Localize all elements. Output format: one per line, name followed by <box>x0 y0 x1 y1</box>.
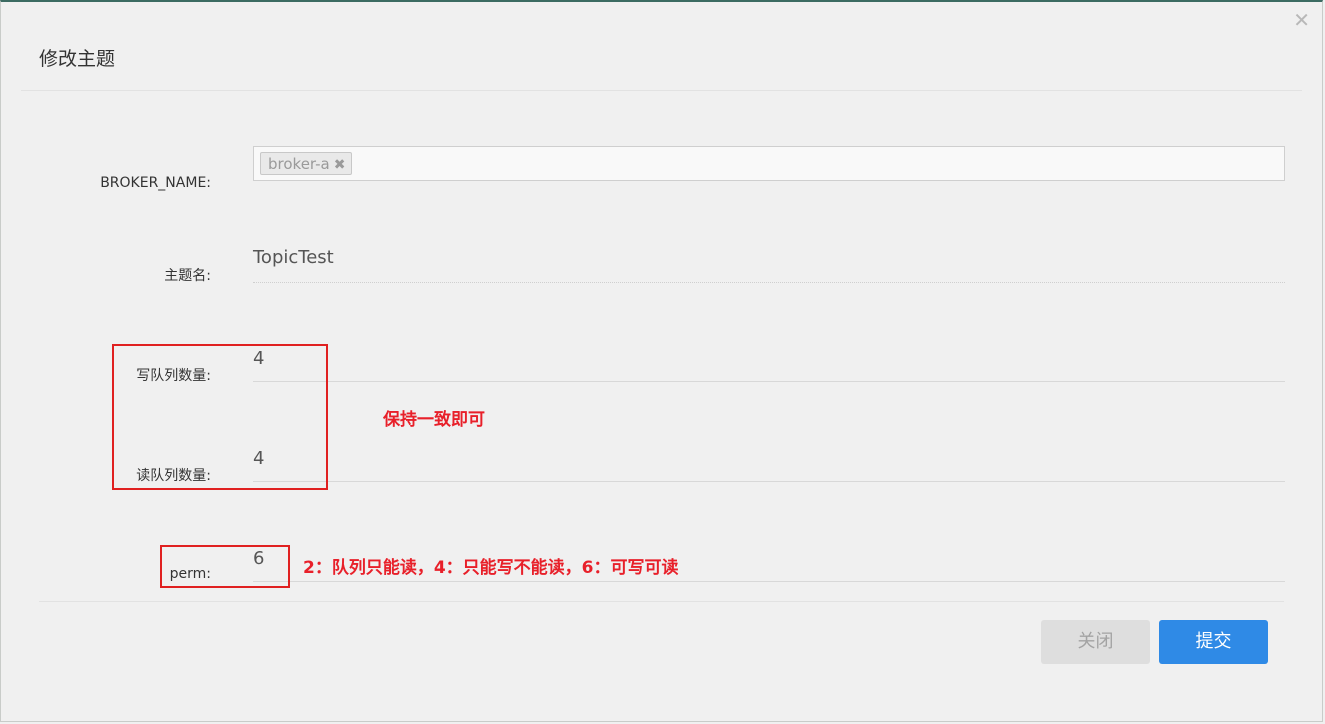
queue-annotation-note: 保持一致即可 <box>383 410 485 430</box>
write-queue-field[interactable] <box>253 348 1285 382</box>
perm-annotation-box <box>160 545 290 588</box>
perm-annotation-note: 2：队列只能读，4：只能写不能读，6：可写可读 <box>303 558 679 578</box>
broker-tag-label: broker-a <box>268 155 330 173</box>
broker-name-label: BROKER_NAME: <box>100 175 211 191</box>
submit-button[interactable]: 提交 <box>1159 620 1268 664</box>
close-icon[interactable]: ✕ <box>1293 10 1310 30</box>
queue-annotation-box <box>112 344 328 490</box>
tag-remove-icon[interactable]: ✖ <box>334 157 346 173</box>
broker-name-select[interactable]: broker-a ✖ <box>253 146 1285 181</box>
topic-name-field: TopicTest <box>253 247 1285 283</box>
write-queue-input[interactable] <box>253 348 1285 369</box>
read-queue-input[interactable] <box>253 448 1285 469</box>
broker-tag: broker-a ✖ <box>260 152 353 175</box>
topic-name-value: TopicTest <box>253 247 334 268</box>
header-divider <box>21 90 1302 91</box>
close-button[interactable]: 关闭 <box>1041 620 1150 664</box>
topic-name-label: 主题名: <box>164 268 211 284</box>
dialog-title: 修改主题 <box>39 48 116 70</box>
edit-topic-dialog: ✕ 修改主题 BROKER_NAME: broker-a ✖ 主题名: Topic… <box>0 0 1323 722</box>
read-queue-field[interactable] <box>253 448 1285 482</box>
footer-divider <box>39 601 1284 602</box>
